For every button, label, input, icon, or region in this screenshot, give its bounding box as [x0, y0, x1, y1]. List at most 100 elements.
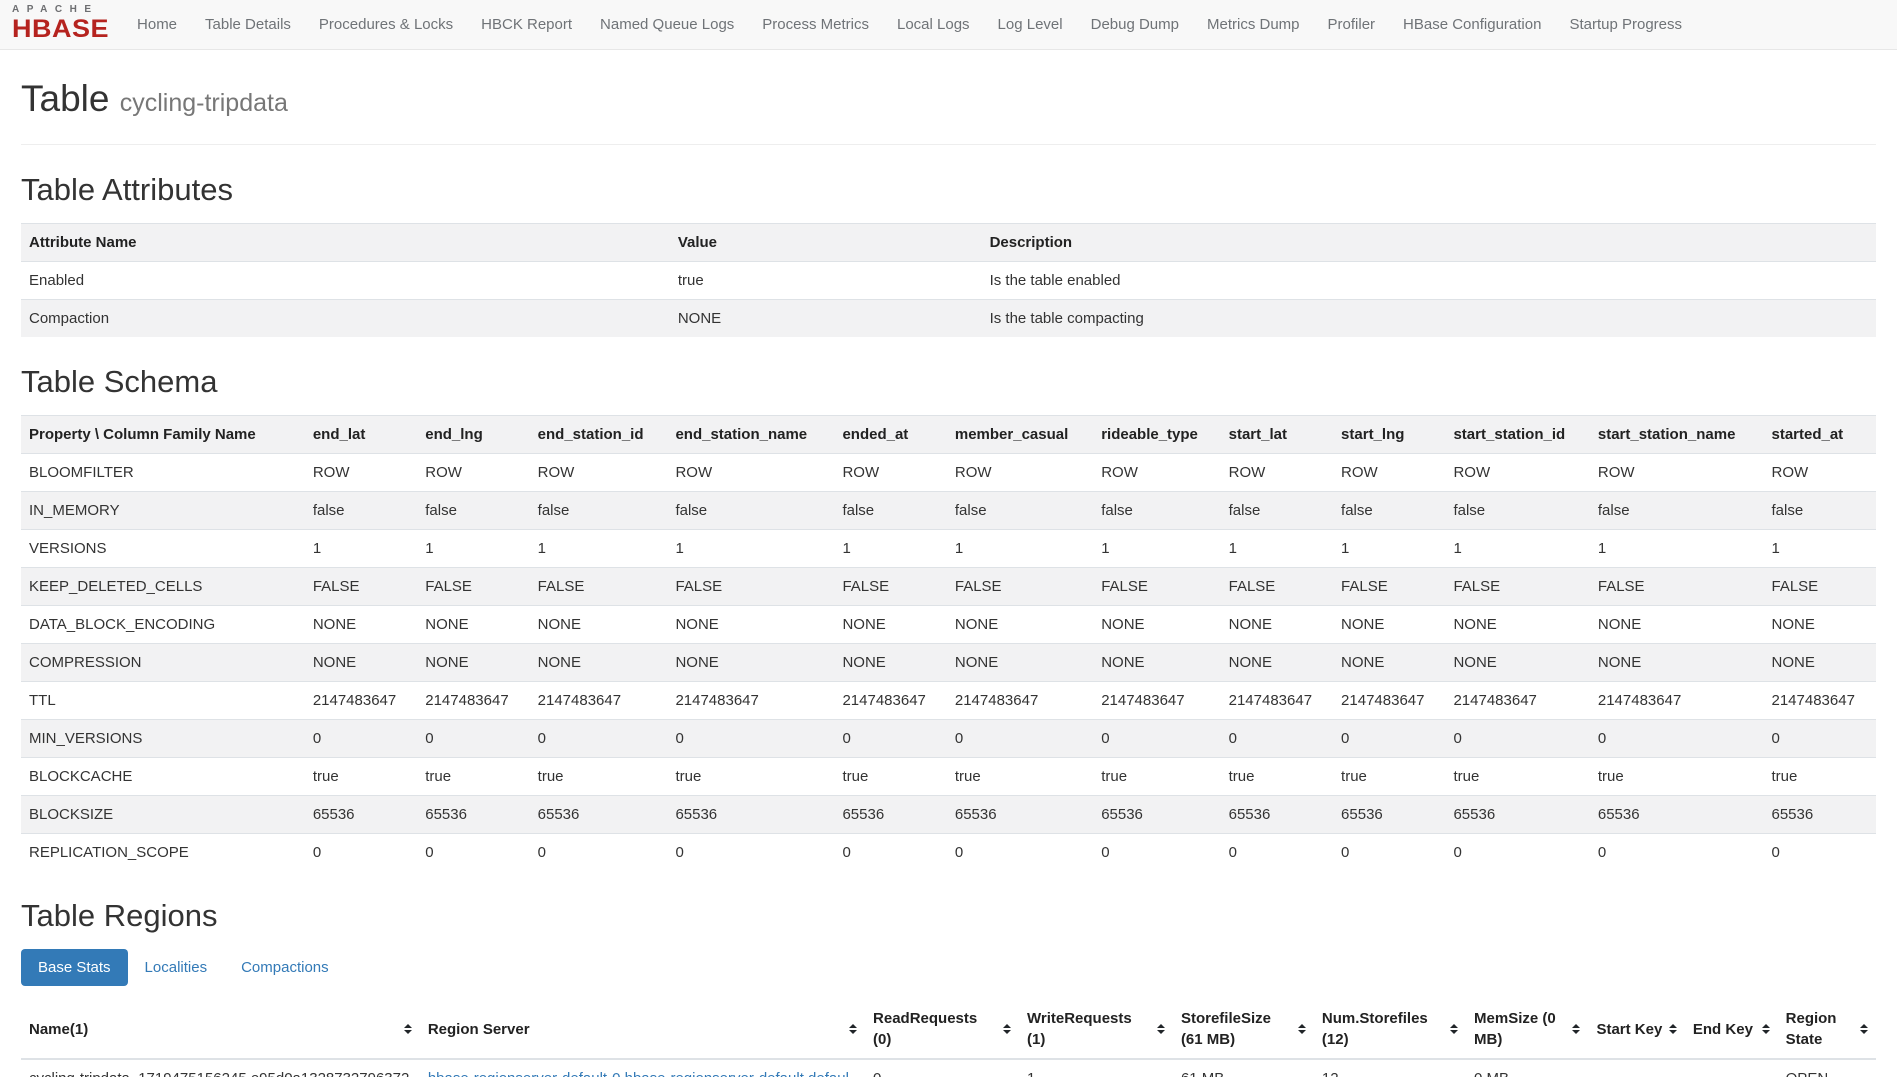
sort-icon[interactable]: [1669, 1024, 1677, 1034]
schema-value-cell: 0: [1763, 834, 1876, 872]
schema-property-cell: IN_MEMORY: [21, 492, 305, 530]
schema-value-cell: NONE: [1445, 606, 1589, 644]
schema-value-cell: 65536: [1221, 796, 1333, 834]
schema-value-cell: 2147483647: [417, 682, 529, 720]
sort-icon[interactable]: [849, 1024, 857, 1034]
nav-item-home[interactable]: Home: [123, 16, 191, 33]
nav-item-log-level[interactable]: Log Level: [984, 16, 1077, 33]
table-attributes-section: Table Attributes Attribute NameValueDesc…: [21, 172, 1876, 337]
schema-value-cell: 2147483647: [947, 682, 1093, 720]
nav-item-process-metrics[interactable]: Process Metrics: [748, 16, 883, 33]
sort-icon[interactable]: [1860, 1024, 1868, 1034]
schema-property-cell: TTL: [21, 682, 305, 720]
schema-value-cell: 2147483647: [1221, 682, 1333, 720]
attributes-cell: NONE: [670, 300, 982, 338]
nav-item-metrics-dump[interactable]: Metrics Dump: [1193, 16, 1314, 33]
regions-col-memsize-0-mb[interactable]: MemSize (0 MB): [1466, 1000, 1588, 1059]
schema-value-cell: true: [1590, 758, 1764, 796]
table-row: COMPRESSIONNONENONENONENONENONENONENONEN…: [21, 644, 1876, 682]
nav-item-debug-dump[interactable]: Debug Dump: [1077, 16, 1193, 33]
region-cell-start-key: [1588, 1059, 1684, 1077]
sort-icon[interactable]: [1298, 1024, 1306, 1034]
table-row: VERSIONS111111111111: [21, 530, 1876, 568]
regions-col-region-state[interactable]: Region State: [1778, 1000, 1876, 1059]
schema-value-cell: true: [834, 758, 946, 796]
region-cell-mem-size: 0 MB: [1466, 1059, 1588, 1077]
regions-col-label: ReadRequests (0): [873, 1008, 997, 1050]
regions-col-num-storefiles-12[interactable]: Num.Storefiles (12): [1314, 1000, 1466, 1059]
table-row: KEEP_DELETED_CELLSFALSEFALSEFALSEFALSEFA…: [21, 568, 1876, 606]
schema-value-cell: 2147483647: [530, 682, 668, 720]
attributes-col-value: Value: [670, 224, 982, 262]
nav-item-local-logs[interactable]: Local Logs: [883, 16, 984, 33]
schema-value-cell: ROW: [1221, 454, 1333, 492]
nav-item-startup-progress[interactable]: Startup Progress: [1555, 16, 1696, 33]
page-header: Table cycling-tripdata: [21, 78, 1876, 145]
regions-col-label: Region State: [1786, 1008, 1854, 1050]
nav-item-procedures-locks[interactable]: Procedures & Locks: [305, 16, 467, 33]
schema-value-cell: 65536: [947, 796, 1093, 834]
nav-item-table-details[interactable]: Table Details: [191, 16, 305, 33]
regions-col-readrequests-0[interactable]: ReadRequests (0): [865, 1000, 1019, 1059]
tab-localities[interactable]: Localities: [128, 949, 225, 986]
logo-hbase-text: HBASE: [12, 17, 109, 42]
top-navbar: APACHE HBASE HomeTable DetailsProcedures…: [0, 0, 1897, 50]
schema-value-cell: 65536: [1445, 796, 1589, 834]
schema-table: Property \ Column Family Nameend_latend_…: [21, 415, 1876, 871]
region-cell-region-state: OPEN: [1778, 1059, 1876, 1077]
nav-item-named-queue-logs[interactable]: Named Queue Logs: [586, 16, 748, 33]
regions-col-storefilesize-61-mb[interactable]: StorefileSize (61 MB): [1173, 1000, 1314, 1059]
schema-value-cell: 0: [1590, 720, 1764, 758]
regions-col-end-key[interactable]: End Key: [1685, 1000, 1778, 1059]
sort-icon[interactable]: [404, 1024, 412, 1034]
table-row: MIN_VERSIONS000000000000: [21, 720, 1876, 758]
regions-col-name-1[interactable]: Name(1): [21, 1000, 420, 1059]
schema-value-cell: FALSE: [834, 568, 946, 606]
logo-apache-text: APACHE: [12, 5, 109, 15]
regions-col-label: End Key: [1693, 1019, 1753, 1040]
schema-value-cell: 0: [947, 834, 1093, 872]
regions-table: Name(1)Region ServerReadRequests (0) Writ…: [21, 1000, 1876, 1077]
regions-col-label: StorefileSize (61 MB): [1181, 1008, 1292, 1050]
schema-value-cell: NONE: [1333, 606, 1445, 644]
page-content: Table cycling-tripdata Table Attributes …: [0, 78, 1897, 1077]
schema-property-cell: COMPRESSION: [21, 644, 305, 682]
tab-compactions[interactable]: Compactions: [224, 949, 346, 986]
sort-icon[interactable]: [1003, 1024, 1011, 1034]
schema-value-cell: 1: [1445, 530, 1589, 568]
schema-value-cell: NONE: [1221, 644, 1333, 682]
sort-icon[interactable]: [1572, 1024, 1580, 1034]
regions-col-writerequests-1[interactable]: WriteRequests (1): [1019, 1000, 1173, 1059]
page-title: Table cycling-tripdata: [21, 78, 1876, 120]
region-cell-storefile-size: 61 MB: [1173, 1059, 1314, 1077]
table-name: cycling-tripdata: [120, 89, 288, 117]
sort-icon[interactable]: [1450, 1024, 1458, 1034]
schema-value-cell: 0: [417, 720, 529, 758]
table-schema-section: Table Schema Property \ Column Family Na…: [21, 364, 1876, 871]
tab-base-stats[interactable]: Base Stats: [21, 949, 128, 986]
regions-col-label: Start Key: [1596, 1019, 1662, 1040]
region-server-link[interactable]: hbase-regionserver-default-0.hbase-regio…: [428, 1070, 849, 1077]
schema-value-cell: false: [1333, 492, 1445, 530]
schema-value-cell: ROW: [947, 454, 1093, 492]
nav-item-hbck-report[interactable]: HBCK Report: [467, 16, 586, 33]
region-cell-region-server: hbase-regionserver-default-0.hbase-regio…: [420, 1059, 865, 1077]
schema-value-cell: 1: [834, 530, 946, 568]
regions-col-region-server[interactable]: Region Server: [420, 1000, 865, 1059]
schema-col-start-station-name: start_station_name: [1590, 416, 1764, 454]
schema-value-cell: NONE: [1221, 606, 1333, 644]
sort-icon[interactable]: [1157, 1024, 1165, 1034]
hbase-logo[interactable]: APACHE HBASE: [12, 5, 109, 44]
schema-value-cell: ROW: [530, 454, 668, 492]
nav-item-hbase-configuration[interactable]: HBase Configuration: [1389, 16, 1555, 33]
schema-value-cell: 1: [1763, 530, 1876, 568]
schema-col-started-at: started_at: [1763, 416, 1876, 454]
schema-property-cell: KEEP_DELETED_CELLS: [21, 568, 305, 606]
nav-item-profiler[interactable]: Profiler: [1314, 16, 1390, 33]
attributes-col-attribute-name: Attribute Name: [21, 224, 670, 262]
sort-icon[interactable]: [1762, 1024, 1770, 1034]
schema-value-cell: ROW: [667, 454, 834, 492]
schema-value-cell: 1: [947, 530, 1093, 568]
schema-value-cell: 0: [1333, 720, 1445, 758]
regions-col-start-key[interactable]: Start Key: [1588, 1000, 1684, 1059]
